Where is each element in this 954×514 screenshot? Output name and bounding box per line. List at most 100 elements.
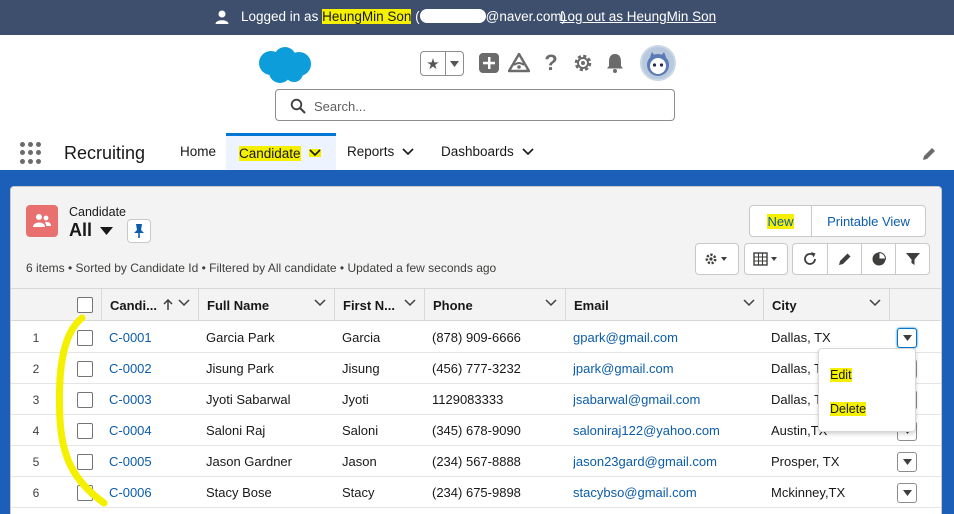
logout-link[interactable]: Log out as HeungMin Son: [560, 9, 716, 24]
candidate-id-link[interactable]: C-0003: [109, 384, 195, 415]
app-launcher-icon[interactable]: [20, 142, 42, 164]
chevron-down-icon[interactable]: [308, 149, 321, 157]
email-link[interactable]: jpark@gmail.com: [573, 353, 761, 384]
filter-icon: [905, 253, 920, 265]
row-checkbox[interactable]: [77, 360, 93, 377]
salesforce-cloud-icon[interactable]: [254, 45, 314, 85]
row-checkbox[interactable]: [77, 453, 93, 470]
new-button[interactable]: New: [750, 206, 811, 236]
phone-cell: (878) 909-6666: [432, 330, 521, 345]
help-icon[interactable]: ?: [539, 50, 563, 75]
column-header-city[interactable]: City: [763, 289, 889, 321]
candidate-id-link[interactable]: C-0006: [109, 477, 195, 508]
chevron-down-icon: [902, 335, 912, 341]
gear-icon[interactable]: [571, 51, 595, 75]
phone-cell: 1129083333: [432, 392, 504, 407]
row-action-menu-button[interactable]: [897, 328, 917, 348]
list-settings-icon: [705, 253, 727, 265]
nav-item-dashboards[interactable]: Dashboards: [441, 133, 534, 170]
delete-menu-item[interactable]: Delete: [830, 402, 867, 416]
row-checkbox[interactable]: [77, 391, 93, 408]
first-name-cell: Jisung: [342, 361, 380, 376]
table-row: 5 C-0005 Jason Gardner Jason (234) 567-8…: [11, 446, 941, 477]
column-label: Phone: [433, 297, 473, 313]
nav-item-home[interactable]: Home: [180, 133, 216, 170]
full-name-cell: Jisung Park: [206, 361, 274, 376]
chevron-down-icon[interactable]: [743, 299, 755, 307]
list-settings-button[interactable]: [695, 243, 739, 275]
row-number: 5: [32, 454, 40, 469]
row-action-menu-button[interactable]: [897, 452, 917, 472]
edit-menu-item[interactable]: Edit: [830, 368, 852, 382]
list-view-selector[interactable]: All: [69, 220, 114, 241]
city-cell: Mckinney,TX: [771, 485, 846, 500]
column-header-first-name[interactable]: First N...: [334, 289, 424, 321]
candidate-id-link[interactable]: C-0004: [109, 415, 195, 446]
row-checkbox[interactable]: [77, 329, 93, 346]
trailhead-icon[interactable]: [507, 51, 531, 75]
bell-icon[interactable]: [603, 51, 627, 75]
nav-item-reports[interactable]: Reports: [347, 133, 414, 170]
candidate-id-link[interactable]: C-0005: [109, 446, 195, 477]
refresh-button[interactable]: [793, 244, 827, 274]
search-input[interactable]: [314, 96, 654, 116]
redacted-email: [419, 9, 486, 23]
nav-item-candidate[interactable]: Candidate: [226, 133, 336, 170]
email-link[interactable]: gpark@gmail.com: [573, 322, 761, 353]
row-action-dropdown: Edit Delete: [818, 348, 916, 432]
column-header-candidate-id[interactable]: Candi...: [101, 289, 198, 321]
sort-arrow-up-icon[interactable]: [163, 299, 173, 311]
candidate-id-link[interactable]: C-0002: [109, 353, 195, 384]
chevron-down-icon[interactable]: [402, 147, 414, 156]
logged-in-text: Logged in as HeungMin Son (@naver.com): [241, 9, 567, 24]
chevron-down-icon[interactable]: [314, 299, 326, 307]
printable-view-button[interactable]: Printable View: [811, 206, 925, 236]
phone-cell: (345) 678-9090: [432, 423, 521, 438]
new-button-label: New: [767, 213, 794, 229]
full-name-cell: Jason Gardner: [206, 454, 292, 469]
select-all-checkbox[interactable]: [77, 297, 93, 313]
nav-item-label: Dashboards: [441, 144, 514, 159]
favorites-button[interactable]: ★: [420, 51, 464, 76]
printable-view-label: Printable View: [827, 213, 910, 229]
email-link[interactable]: stacybso@gmail.com: [573, 477, 761, 508]
row-number: 4: [32, 423, 40, 438]
chevron-down-icon[interactable]: [404, 299, 416, 307]
pin-button[interactable]: [127, 219, 151, 243]
add-icon[interactable]: [477, 51, 501, 75]
filter-button[interactable]: [895, 244, 929, 274]
chevron-down-icon[interactable]: [522, 147, 534, 156]
favorites-list-button[interactable]: [446, 52, 463, 75]
row-select-cell: [77, 446, 97, 477]
row-checkbox[interactable]: [77, 422, 93, 439]
chevron-down-icon[interactable]: [869, 299, 881, 307]
row-action-menu-button[interactable]: [897, 483, 917, 503]
column-header-phone[interactable]: Phone: [424, 289, 565, 321]
candidate-id-link[interactable]: C-0001: [109, 322, 195, 353]
inline-edit-button[interactable]: [827, 244, 861, 274]
chevron-down-icon: [902, 459, 912, 465]
chevron-down-icon[interactable]: [545, 299, 557, 307]
view-name: All: [69, 220, 93, 240]
email-link[interactable]: jason23gard@gmail.com: [573, 446, 761, 477]
row-checkbox[interactable]: [77, 484, 93, 501]
chart-icon: [872, 251, 886, 266]
column-header-email[interactable]: Email: [565, 289, 763, 321]
email-link[interactable]: saloniraj122@yahoo.com: [573, 415, 761, 446]
refresh-icon: [804, 252, 816, 265]
first-name-cell: Jyoti: [342, 392, 369, 407]
app-name: Recruiting: [64, 143, 146, 163]
column-label: Candi...: [110, 297, 157, 313]
avatar[interactable]: [640, 45, 676, 81]
full-name-cell: Garcia Park: [206, 330, 275, 345]
table-display-button[interactable]: [744, 243, 788, 275]
charts-button[interactable]: [861, 244, 895, 274]
chevron-down-icon[interactable]: [100, 226, 114, 235]
column-header-full-name[interactable]: Full Name: [198, 289, 334, 321]
global-search[interactable]: [275, 89, 675, 121]
edit-pencil-icon[interactable]: [920, 145, 938, 163]
star-icon[interactable]: ★: [421, 52, 446, 75]
chevron-down-icon: [902, 490, 912, 496]
email-link[interactable]: jsabarwal@gmail.com: [573, 384, 761, 415]
chevron-down-icon[interactable]: [178, 299, 190, 307]
